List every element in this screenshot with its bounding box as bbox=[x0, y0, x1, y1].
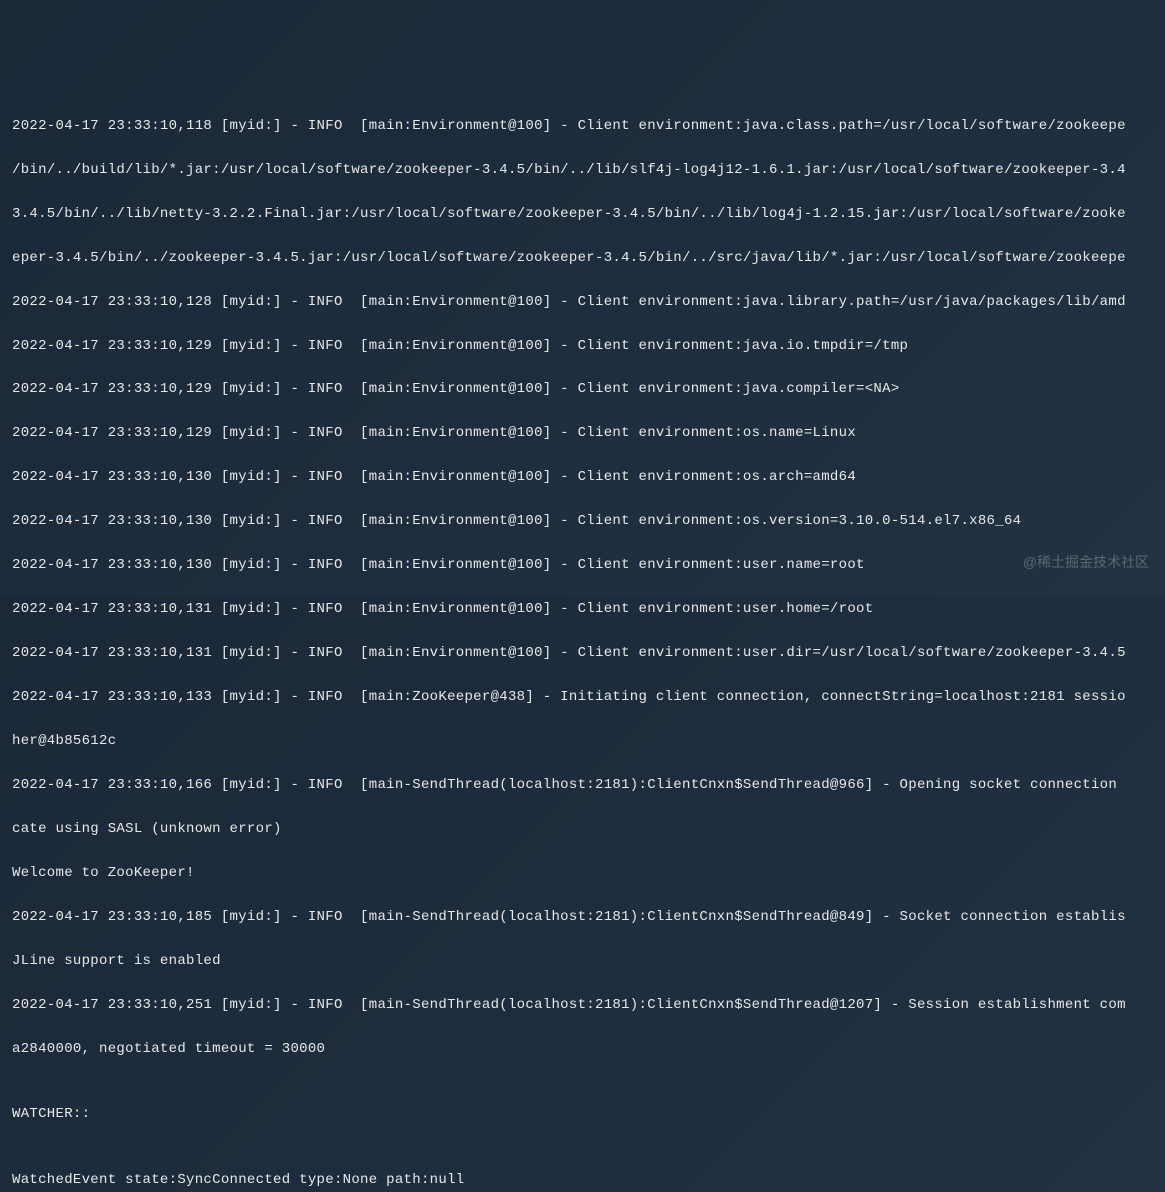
log-line: WATCHER:: bbox=[12, 1104, 1153, 1126]
log-line: 2022-04-17 23:33:10,166 [myid:] - INFO [… bbox=[12, 775, 1153, 797]
log-line: 2022-04-17 23:33:10,130 [myid:] - INFO [… bbox=[12, 555, 1153, 577]
log-line: /bin/../build/lib/*.jar:/usr/local/softw… bbox=[12, 160, 1153, 182]
log-line: JLine support is enabled bbox=[12, 951, 1153, 973]
watermark: @稀土掘金技术社区 bbox=[1023, 552, 1149, 574]
terminal-output[interactable]: 2022-04-17 23:33:10,118 [myid:] - INFO [… bbox=[12, 94, 1153, 1192]
log-line: 2022-04-17 23:33:10,251 [myid:] - INFO [… bbox=[12, 995, 1153, 1017]
log-line: 2022-04-17 23:33:10,130 [myid:] - INFO [… bbox=[12, 467, 1153, 489]
log-line: 2022-04-17 23:33:10,131 [myid:] - INFO [… bbox=[12, 599, 1153, 621]
log-line: 2022-04-17 23:33:10,118 [myid:] - INFO [… bbox=[12, 116, 1153, 138]
log-line: 3.4.5/bin/../lib/netty-3.2.2.Final.jar:/… bbox=[12, 204, 1153, 226]
log-line: 2022-04-17 23:33:10,131 [myid:] - INFO [… bbox=[12, 643, 1153, 665]
log-line: her@4b85612c bbox=[12, 731, 1153, 753]
log-line: 2022-04-17 23:33:10,133 [myid:] - INFO [… bbox=[12, 687, 1153, 709]
log-line: a2840000, negotiated timeout = 30000 bbox=[12, 1039, 1153, 1061]
log-line: 2022-04-17 23:33:10,129 [myid:] - INFO [… bbox=[12, 379, 1153, 401]
log-line: Welcome to ZooKeeper! bbox=[12, 863, 1153, 885]
log-line: eper-3.4.5/bin/../zookeeper-3.4.5.jar:/u… bbox=[12, 248, 1153, 270]
log-line: cate using SASL (unknown error) bbox=[12, 819, 1153, 841]
log-line: 2022-04-17 23:33:10,129 [myid:] - INFO [… bbox=[12, 336, 1153, 358]
log-line: 2022-04-17 23:33:10,129 [myid:] - INFO [… bbox=[12, 423, 1153, 445]
log-line: WatchedEvent state:SyncConnected type:No… bbox=[12, 1170, 1153, 1192]
log-line: 2022-04-17 23:33:10,130 [myid:] - INFO [… bbox=[12, 511, 1153, 533]
log-line: 2022-04-17 23:33:10,185 [myid:] - INFO [… bbox=[12, 907, 1153, 929]
log-line: 2022-04-17 23:33:10,128 [myid:] - INFO [… bbox=[12, 292, 1153, 314]
